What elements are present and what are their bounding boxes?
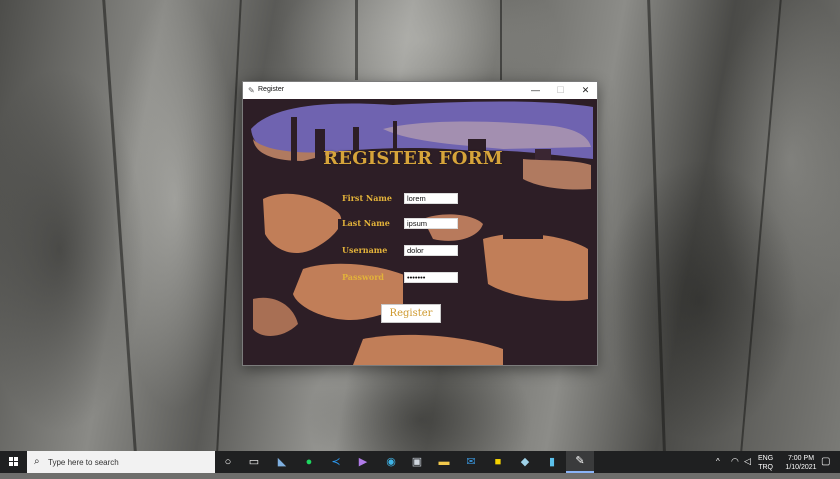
show-hidden-icons-icon[interactable]: ^	[716, 457, 720, 479]
search-placeholder: Type here to search	[48, 458, 119, 467]
first-name-input[interactable]	[404, 193, 458, 204]
sticky-notes-icon[interactable]: ■	[490, 454, 506, 470]
clock-date: 1/10/2021	[785, 464, 817, 471]
volume-icon[interactable]: ◁	[744, 456, 751, 478]
last-name-input[interactable]	[404, 218, 458, 229]
clock-time: 7:00 PM	[787, 455, 815, 462]
password-input[interactable]	[404, 272, 458, 283]
app-feather-icon: ✎	[248, 86, 255, 95]
cortana-icon[interactable]: ○	[220, 454, 236, 470]
start-button[interactable]	[0, 451, 26, 473]
last-name-label: Last Name	[342, 218, 390, 228]
taskbar-search-box[interactable]: ⌕ Type here to search	[27, 451, 215, 473]
spotify-icon[interactable]: ●	[301, 454, 317, 470]
city-background-image	[243, 99, 597, 365]
minimize-button[interactable]: —	[523, 82, 548, 99]
camera-icon[interactable]: ▣	[409, 454, 425, 470]
close-button[interactable]: ✕	[573, 82, 598, 99]
app-icon[interactable]: ◣	[274, 454, 290, 470]
taskbar: ⌕ Type here to search ○ ▭ ◣ ● ≺ ▶ ◉ ▣ ▬ …	[0, 451, 840, 473]
maximize-button[interactable]: ☐	[548, 82, 573, 99]
windows-logo-icon	[9, 457, 18, 466]
language-code: ENG	[758, 455, 774, 462]
window-titlebar[interactable]: ✎ Register — ☐ ✕	[243, 82, 597, 99]
username-input[interactable]	[404, 245, 458, 256]
register-app-icon[interactable]: ✎	[566, 451, 594, 473]
app-icon[interactable]: ▮	[544, 454, 560, 470]
form-title: REGISTER FORM	[323, 148, 503, 169]
register-window: ✎ Register — ☐ ✕ REGISTER FORM First Nam…	[242, 81, 598, 366]
region-code: TRQ	[758, 464, 773, 471]
network-icon[interactable]: ◠	[731, 456, 739, 478]
app-icon[interactable]: ◆	[517, 454, 533, 470]
search-icon: ⌕	[34, 456, 40, 467]
register-button[interactable]: Register	[381, 304, 441, 323]
mail-icon[interactable]: ✉	[463, 454, 479, 470]
visual-studio-icon[interactable]: ▶	[355, 454, 371, 470]
window-title: Register	[258, 86, 285, 93]
password-label: Password	[342, 272, 385, 282]
form-client-area: REGISTER FORM First Name Last Name Usern…	[243, 99, 597, 365]
first-name-label: First Name	[342, 193, 392, 203]
edge-icon[interactable]: ◉	[383, 454, 399, 470]
notification-center-icon[interactable]: ▢	[821, 456, 830, 478]
vscode-icon[interactable]: ≺	[328, 454, 344, 470]
file-explorer-icon[interactable]: ▬	[436, 454, 452, 470]
username-label: Username	[342, 245, 388, 255]
task-view-icon[interactable]: ▭	[246, 454, 262, 470]
